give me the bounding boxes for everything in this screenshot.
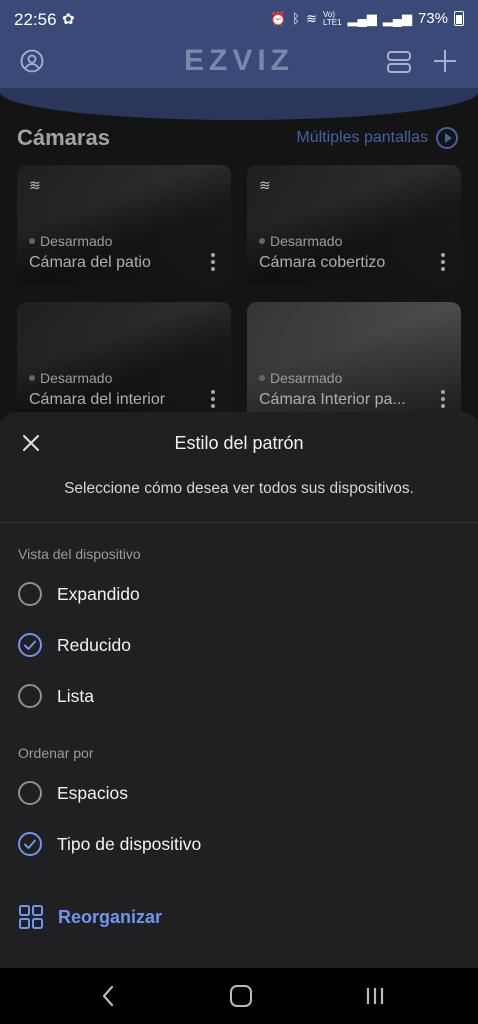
option-lista[interactable]: Lista <box>18 676 458 716</box>
reorganize-button[interactable]: Reorganizar <box>18 904 162 930</box>
camera-status: Desarmado <box>259 370 342 386</box>
wifi-icon: ≋ <box>306 10 317 26</box>
option-tipo-de-dispositivo[interactable]: Tipo de dispositivo <box>18 824 458 864</box>
camera-status: Desarmado <box>29 233 112 249</box>
option-label: Tipo de dispositivo <box>57 833 202 854</box>
wifi-icon: ≋ <box>259 177 271 193</box>
battery-icon <box>454 11 464 26</box>
option-expandido[interactable]: Expandido <box>18 574 458 614</box>
reorganize-label: Reorganizar <box>58 906 163 927</box>
camera-name: Cámara del interior <box>29 391 166 408</box>
plus-icon[interactable] <box>432 48 458 74</box>
recent-apps-icon[interactable] <box>364 986 386 1006</box>
camera-card[interactable]: Desarmado Cámara del interior <box>17 302 231 422</box>
system-nav-bar <box>0 968 478 1024</box>
camera-card[interactable]: Desarmado Cámara Interior pa... <box>247 302 461 422</box>
radio-unchecked-icon[interactable] <box>18 582 42 606</box>
camera-status: Desarmado <box>29 370 112 386</box>
option-label: Expandido <box>57 583 140 604</box>
option-label: Reducido <box>57 634 131 655</box>
sheet-subtitle: Seleccione cómo desea ver todos sus disp… <box>64 480 414 497</box>
more-options-icon[interactable] <box>211 253 215 273</box>
wifi-icon: ≋ <box>29 177 41 193</box>
more-options-icon[interactable] <box>211 390 215 410</box>
status-time: 22:56 <box>14 10 57 29</box>
option-label: Espacios <box>57 782 129 803</box>
leaf-icon: ✿ <box>62 11 75 28</box>
volte-icon: Vo) LTE1 <box>323 9 342 27</box>
camera-card[interactable]: ≋ Desarmado Cámara del patio <box>17 165 231 285</box>
battery-percent: 73% <box>417 10 448 27</box>
camera-name: Cámara Interior pa... <box>259 391 406 408</box>
grid-icon <box>19 905 43 929</box>
multi-screen-button[interactable]: Múltiples pantallas <box>296 127 458 149</box>
pattern-style-sheet: Estilo del patrón Seleccione cómo desea … <box>0 412 478 968</box>
camera-name: Cámara del patio <box>29 254 151 271</box>
layout-icon[interactable] <box>386 49 412 75</box>
bluetooth-icon: ᛒ <box>292 11 301 26</box>
status-dot <box>259 375 265 381</box>
cameras-title: Cámaras <box>17 125 110 150</box>
top-nav: EZVIZ <box>0 44 478 84</box>
status-dot <box>29 238 35 244</box>
back-icon[interactable] <box>98 984 118 1008</box>
option-espacios[interactable]: Espacios <box>18 773 458 813</box>
multi-screen-label: Múltiples pantallas <box>296 129 428 146</box>
camera-card[interactable]: ≋ Desarmado Cámara cobertizo <box>247 165 461 285</box>
sort-by-label: Ordenar por <box>18 745 94 761</box>
status-bar: 22:56 ✿ ⏰ ᛒ ≋ Vo) LTE1 ▂▄▆ ▂▄▆ 73% <box>0 0 478 44</box>
option-label: Lista <box>57 685 94 706</box>
camera-name: Cámara cobertizo <box>259 254 386 271</box>
radio-unchecked-icon[interactable] <box>18 781 42 805</box>
more-options-icon[interactable] <box>441 253 445 273</box>
option-reducido[interactable]: Reducido <box>18 625 458 665</box>
home-icon[interactable] <box>230 985 252 1007</box>
status-dot <box>29 375 35 381</box>
status-dot <box>259 238 265 244</box>
alarm-icon: ⏰ <box>270 10 287 26</box>
divider <box>0 522 478 523</box>
radio-checked-icon[interactable] <box>18 832 42 856</box>
radio-checked-icon[interactable] <box>18 633 42 657</box>
status-icons: ⏰ ᛒ ≋ Vo) LTE1 ▂▄▆ ▂▄▆ 73% <box>270 10 464 27</box>
radio-unchecked-icon[interactable] <box>18 684 42 708</box>
device-view-label: Vista del dispositivo <box>18 546 141 562</box>
sheet-title: Estilo del patrón <box>174 433 304 453</box>
more-options-icon[interactable] <box>441 390 445 410</box>
camera-status: Desarmado <box>259 233 342 249</box>
signal-icon: ▂▄▆ <box>347 10 377 26</box>
signal-icon-2: ▂▄▆ <box>382 10 412 26</box>
play-circle-icon <box>436 127 458 149</box>
